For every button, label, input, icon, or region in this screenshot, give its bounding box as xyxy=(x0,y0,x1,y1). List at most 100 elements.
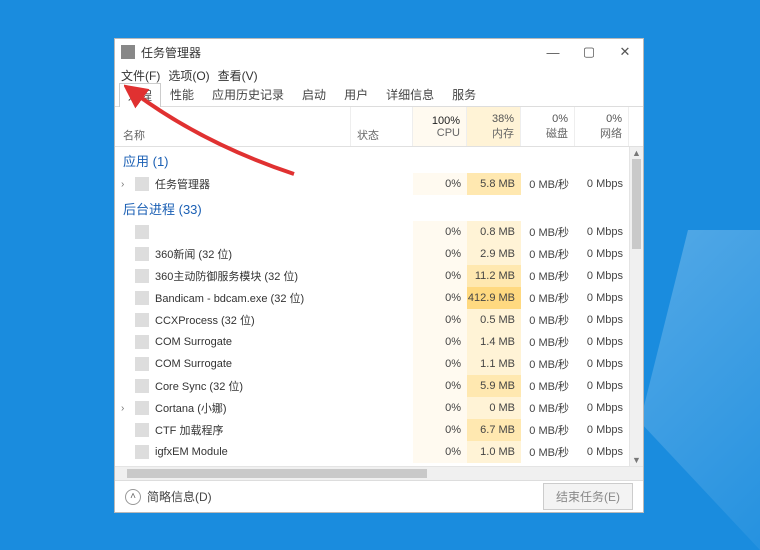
process-icon xyxy=(135,423,149,437)
process-row[interactable]: Bandicam - bdcam.exe (32 位)0%412.9 MB0 M… xyxy=(115,287,629,309)
process-row[interactable]: 360新闻 (32 位)0%2.9 MB0 MB/秒0 Mbps xyxy=(115,243,629,265)
horizontal-scrollbar[interactable] xyxy=(115,466,643,480)
process-cpu-cell: 0% xyxy=(413,331,467,353)
process-disk-cell: 0 MB/秒 xyxy=(521,375,575,397)
tab-startup[interactable]: 启动 xyxy=(293,82,335,106)
process-status-cell xyxy=(351,287,413,309)
tab-performance[interactable]: 性能 xyxy=(161,82,203,106)
process-cpu-cell: 0% xyxy=(413,441,467,463)
cpu-label: CPU xyxy=(437,127,460,139)
vertical-scrollbar[interactable]: ▲ ▼ xyxy=(629,147,643,466)
expand-chevron-icon[interactable]: › xyxy=(121,179,133,190)
window-title: 任务管理器 xyxy=(141,44,201,61)
column-status[interactable]: 状态 xyxy=(351,107,413,146)
process-icon xyxy=(135,269,149,283)
process-cpu-cell: 0% xyxy=(413,243,467,265)
tab-services[interactable]: 服务 xyxy=(443,82,485,106)
group-background-header: 后台进程 (33) xyxy=(115,195,629,221)
process-network-cell: 0 Mbps xyxy=(575,353,629,375)
tab-app-history[interactable]: 应用历史记录 xyxy=(203,82,293,106)
process-status-cell xyxy=(351,173,413,195)
process-disk-cell: 0 MB/秒 xyxy=(521,419,575,441)
end-task-button[interactable]: 结束任务(E) xyxy=(543,483,633,510)
process-network-cell: 0 Mbps xyxy=(575,309,629,331)
process-name: igfxEM Module xyxy=(155,446,228,458)
process-list: 应用 (1)›任务管理器0%5.8 MB0 MB/秒0 Mbps后台进程 (33… xyxy=(115,147,629,466)
process-row[interactable]: ›任务管理器0%5.8 MB0 MB/秒0 Mbps xyxy=(115,173,629,195)
network-percent: 0% xyxy=(606,113,622,125)
column-memory[interactable]: 38% 内存 xyxy=(467,107,521,146)
process-name-cell: COM Surrogate xyxy=(115,331,351,353)
process-row[interactable]: 360主动防御服务模块 (32 位)0%11.2 MB0 MB/秒0 Mbps xyxy=(115,265,629,287)
process-row[interactable]: ›Cortana (小娜)0%0 MB0 MB/秒0 Mbps xyxy=(115,397,629,419)
window-controls: ― ▢ ✕ xyxy=(535,39,643,65)
process-row[interactable]: CCXProcess (32 位)0%0.5 MB0 MB/秒0 Mbps xyxy=(115,309,629,331)
tab-users[interactable]: 用户 xyxy=(335,82,377,106)
process-row[interactable]: igfxEM Module0%1.0 MB0 MB/秒0 Mbps xyxy=(115,441,629,463)
process-name: COM Surrogate xyxy=(155,358,232,370)
process-status-cell xyxy=(351,353,413,375)
process-network-cell: 0 Mbps xyxy=(575,441,629,463)
process-memory-cell: 1.4 MB xyxy=(467,331,521,353)
process-name: COM Surrogate xyxy=(155,336,232,348)
process-row[interactable]: COM Surrogate 0%1.4 MB0 MB/秒0 Mbps xyxy=(115,331,629,353)
scroll-up-icon[interactable]: ▲ xyxy=(630,147,643,159)
process-network-cell: 0 Mbps xyxy=(575,397,629,419)
vertical-scroll-thumb[interactable] xyxy=(632,159,641,249)
process-name: 任务管理器 xyxy=(155,176,210,192)
process-icon xyxy=(135,401,149,415)
fewer-details-button[interactable]: ˄ 简略信息(D) xyxy=(125,488,212,505)
close-button[interactable]: ✕ xyxy=(607,39,643,65)
process-name: CTF 加载程序 xyxy=(155,422,223,438)
tab-processes[interactable]: 进程 xyxy=(119,83,161,107)
maximize-button[interactable]: ▢ xyxy=(571,39,607,65)
menu-options[interactable]: 选项(O) xyxy=(168,67,209,84)
process-disk-cell: 0 MB/秒 xyxy=(521,309,575,331)
network-label: 网络 xyxy=(600,125,622,141)
process-name-cell: igfxEM Module xyxy=(115,441,351,463)
process-row[interactable]: COM Surrogate0%1.1 MB0 MB/秒0 Mbps xyxy=(115,353,629,375)
process-icon xyxy=(135,177,149,191)
process-network-cell: 0 Mbps xyxy=(575,331,629,353)
process-status-cell xyxy=(351,397,413,419)
process-network-cell: 0 Mbps xyxy=(575,221,629,243)
desktop-background-accent xyxy=(640,230,760,550)
expand-chevron-icon[interactable]: › xyxy=(121,403,133,414)
process-row[interactable]: 0%0.8 MB0 MB/秒0 Mbps xyxy=(115,221,629,243)
menu-file[interactable]: 文件(F) xyxy=(121,67,160,84)
process-cpu-cell: 0% xyxy=(413,173,467,195)
column-cpu[interactable]: 100% CPU xyxy=(413,107,467,146)
minimize-button[interactable]: ― xyxy=(535,39,571,65)
group-apps-header: 应用 (1) xyxy=(115,147,629,173)
memory-label: 内存 xyxy=(492,125,514,141)
horizontal-scroll-thumb[interactable] xyxy=(127,469,427,478)
statusbar: ˄ 简略信息(D) 结束任务(E) xyxy=(115,480,643,512)
process-row[interactable]: Core Sync (32 位)0%5.9 MB0 MB/秒0 Mbps xyxy=(115,375,629,397)
process-row[interactable]: CTF 加载程序0%6.7 MB0 MB/秒0 Mbps xyxy=(115,419,629,441)
scroll-down-icon[interactable]: ▼ xyxy=(630,454,643,466)
process-name: 360主动防御服务模块 (32 位) xyxy=(155,268,298,284)
disk-label: 磁盘 xyxy=(546,125,568,141)
column-disk[interactable]: 0% 磁盘 xyxy=(521,107,575,146)
column-name[interactable]: 名称 xyxy=(115,107,351,146)
process-cpu-cell: 0% xyxy=(413,419,467,441)
process-memory-cell: 0 MB xyxy=(467,397,521,419)
process-icon xyxy=(135,247,149,261)
titlebar[interactable]: 任务管理器 ― ▢ ✕ xyxy=(115,39,643,65)
process-name: CCXProcess (32 位) xyxy=(155,312,255,328)
process-network-cell: 0 Mbps xyxy=(575,265,629,287)
tab-details[interactable]: 详细信息 xyxy=(377,82,443,106)
process-icon xyxy=(135,379,149,393)
process-disk-cell: 0 MB/秒 xyxy=(521,173,575,195)
process-list-viewport: 应用 (1)›任务管理器0%5.8 MB0 MB/秒0 Mbps后台进程 (33… xyxy=(115,147,643,466)
fewer-details-label: 简略信息(D) xyxy=(147,488,212,505)
process-disk-cell: 0 MB/秒 xyxy=(521,287,575,309)
process-name: Bandicam - bdcam.exe (32 位) xyxy=(155,290,304,306)
cpu-percent: 100% xyxy=(432,115,460,127)
task-manager-window: 任务管理器 ― ▢ ✕ 文件(F) 选项(O) 查看(V) 进程 性能 应用历史… xyxy=(114,38,644,513)
process-disk-cell: 0 MB/秒 xyxy=(521,397,575,419)
column-network[interactable]: 0% 网络 xyxy=(575,107,629,146)
process-icon xyxy=(135,225,149,239)
menu-view[interactable]: 查看(V) xyxy=(218,67,258,84)
process-disk-cell: 0 MB/秒 xyxy=(521,331,575,353)
